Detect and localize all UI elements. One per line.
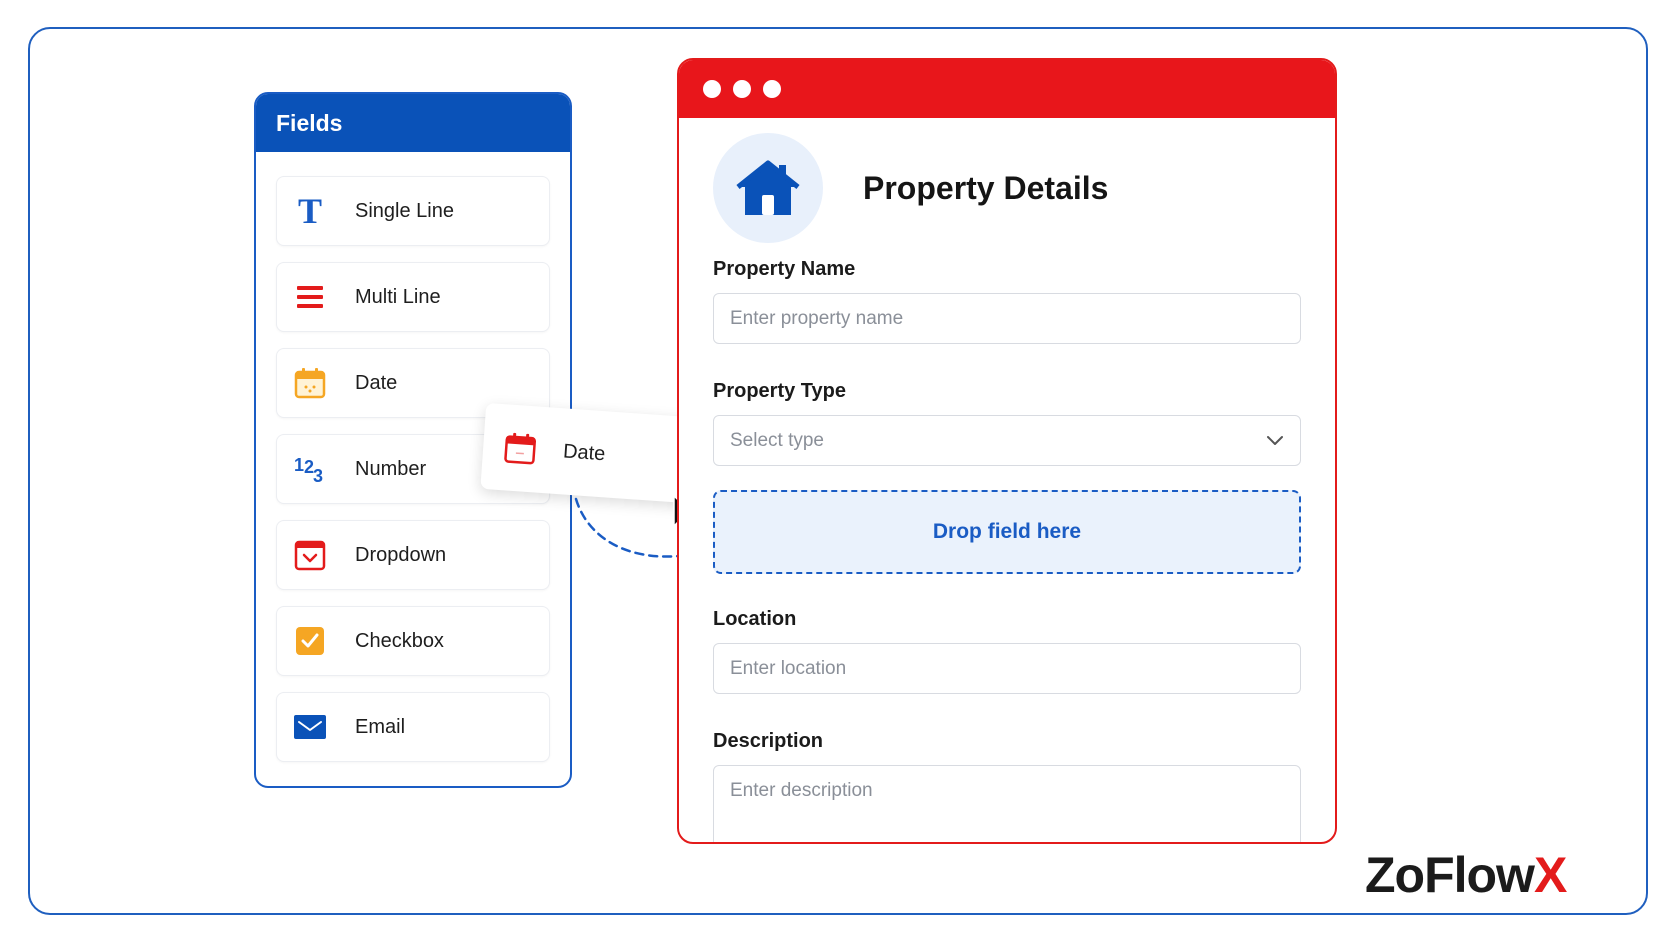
brand-accent: X [1533, 847, 1567, 903]
brand-name: ZoFlow [1365, 847, 1535, 903]
svg-text:T: T [298, 195, 322, 227]
number-123-icon: 123 [293, 452, 327, 486]
field-item-email[interactable]: Email [276, 692, 550, 762]
dropdown-icon [293, 538, 327, 572]
window-dot-icon[interactable] [733, 80, 751, 98]
checkbox-icon [293, 624, 327, 658]
svg-text:3: 3 [313, 466, 323, 485]
field-item-label: Multi Line [355, 285, 441, 308]
property-type-group: Property Type Select type [713, 380, 1301, 466]
text-t-icon: T [293, 194, 327, 228]
property-name-group: Property Name [713, 258, 1301, 344]
field-item-single-line[interactable]: T Single Line [276, 176, 550, 246]
field-item-label: Single Line [355, 199, 454, 222]
form-title: Property Details [863, 169, 1109, 206]
lines-icon [293, 280, 327, 314]
location-label: Location [713, 608, 797, 630]
field-item-label: Checkbox [355, 629, 444, 652]
field-item-label: Email [355, 715, 406, 738]
description-textarea[interactable] [713, 765, 1301, 842]
description-label: Description [713, 730, 824, 752]
field-item-label: Number [355, 457, 427, 480]
form-body: Property Details Property Name Property … [679, 118, 1335, 842]
envelope-icon [293, 710, 327, 744]
property-type-select[interactable]: Select type [713, 415, 1301, 466]
field-item-multi-line[interactable]: Multi Line [276, 262, 550, 332]
property-name-label: Property Name [713, 258, 856, 280]
window-dot-icon[interactable] [763, 80, 781, 98]
dragged-field-label: Date [562, 439, 607, 465]
svg-text:1: 1 [294, 455, 304, 475]
form-header: Property Details [713, 118, 1301, 258]
property-type-label: Property Type [713, 380, 846, 402]
chevron-down-icon [1267, 435, 1283, 445]
field-item-label: Dropdown [355, 543, 447, 566]
field-item-label: Date [355, 371, 398, 394]
form-window: Property Details Property Name Property … [677, 58, 1337, 844]
fields-panel-title: Fields [256, 94, 570, 152]
description-group: Description [713, 730, 1301, 842]
field-item-dropdown[interactable]: Dropdown [276, 520, 550, 590]
window-dot-icon[interactable] [703, 80, 721, 98]
field-item-checkbox[interactable]: Checkbox [276, 606, 550, 676]
window-titlebar [679, 60, 1335, 118]
drop-zone[interactable]: Drop field here [713, 490, 1301, 574]
location-group: Location [713, 608, 1301, 694]
house-icon [713, 133, 823, 243]
property-name-input[interactable] [713, 293, 1301, 344]
calendar-icon [293, 366, 327, 400]
location-input[interactable] [713, 643, 1301, 694]
brand-logo: ZoFlowX [1365, 846, 1567, 904]
calendar-icon [502, 430, 538, 466]
property-type-value: Select type [730, 429, 824, 451]
